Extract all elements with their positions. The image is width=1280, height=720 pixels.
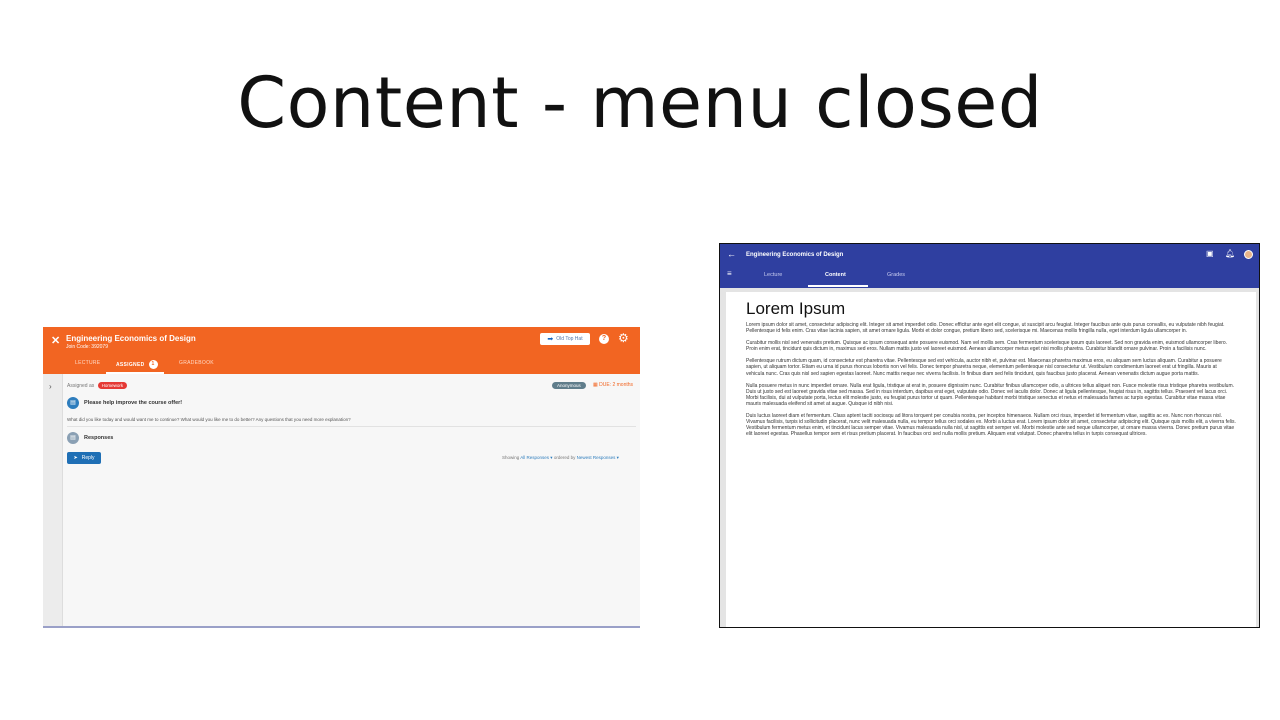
homework-badge: Homework [97,382,128,389]
tab-lecture[interactable]: LECTURE [75,360,100,366]
due-text: DUE: 2 months [599,382,634,388]
arrow-right-icon: ➡ [547,336,554,343]
content-paragraph: Nulla posuere metus in nunc imperdiet or… [746,382,1235,407]
join-code-label: Join Code: [66,344,90,350]
tab-assigned-label: ASSIGNED [116,361,145,368]
divider [67,426,636,427]
content-paragraph: Duis luctus laoreet diam et fermentum. C… [746,413,1236,438]
question-text: What did you like today and would want m… [67,417,351,422]
reply-button[interactable]: ➤ Reply [67,452,101,464]
tab-lecture[interactable]: Lecture [764,272,782,278]
course-tabs: LECTURE ASSIGNED 1 GRADEBOOK [43,357,640,374]
content-paragraph: Pellentesque rutrum dictum quam, id cons… [746,358,1222,377]
tab-grades[interactable]: Grades [887,272,905,278]
chevron-right-icon[interactable]: › [49,382,52,391]
assigned-count-badge: 1 [148,360,158,369]
content-paragraph: Curabitur mollis nisl sed venenatis pret… [746,340,1228,353]
active-tab-indicator [808,285,868,287]
response-filter: Showing All Responses ▾ ordered by Newes… [502,455,619,461]
old-top-hat-button[interactable]: ➡ Old Top Hat [540,333,590,345]
content-heading: Lorem Ipsum [746,299,846,318]
slide-title: Content - menu closed [237,62,1043,144]
content-page: Lorem Ipsum Lorem ipsum dolor sit amet, … [726,292,1256,627]
question-title: Please help improve the course offer! [84,400,183,406]
assigned-view-screenshot: ✕ Engineering Economics of Design Join C… [43,327,640,628]
showing-value: All Responses [520,455,550,460]
responses-icon: ▤ [67,432,79,444]
question-panel: Assigned as Homework Anonymous ▦ DUE: 2 … [63,374,640,626]
reply-label: Reply [81,455,95,461]
feedback-icon[interactable]: ▣ [1206,249,1214,258]
tab-content[interactable]: Content [825,272,846,278]
course-header: ✕ Engineering Economics of Design Join C… [43,327,640,374]
bell-icon[interactable]: 🔔︎ [1225,249,1235,258]
order-select[interactable]: Newest Responses ▾ [577,455,619,460]
help-icon[interactable]: ? [599,334,609,344]
avatar[interactable] [1244,250,1253,259]
app-bar: ← Engineering Economics of Design ▣ 🔔︎ ≡… [720,244,1259,288]
menu-icon[interactable]: ≡ [727,269,732,278]
anonymous-badge: Anonymous [552,382,586,389]
content-paragraph: Lorem ipsum dolor sit amet, consectetur … [746,322,1225,335]
tab-gradebook[interactable]: GRADEBOOK [179,360,214,366]
showing-label: Showing [502,455,520,460]
responses-title: Responses [84,435,114,441]
close-icon[interactable]: ✕ [51,334,60,347]
join-code: Join Code: 392079 [66,344,108,350]
ordered-label: ordered by [553,455,576,460]
collapsed-sidebar: › [43,374,63,626]
ordered-value: Newest Responses [576,455,616,460]
join-code-value: 392079 [91,344,108,350]
due-date: ▦ DUE: 2 months [593,382,633,388]
assigned-as: Assigned as Homework [67,382,128,389]
tab-assigned[interactable]: ASSIGNED 1 [116,360,158,369]
gear-icon[interactable]: ⚙ [618,331,629,345]
send-icon: ➤ [73,455,78,461]
question-icon: ▤ [67,397,79,409]
content-view-screenshot: ← Engineering Economics of Design ▣ 🔔︎ ≡… [719,243,1260,628]
course-title: Engineering Economics of Design [746,252,844,258]
back-arrow-icon[interactable]: ← [727,249,736,259]
showing-select[interactable]: All Responses ▾ [520,455,552,460]
old-top-hat-label: Old Top Hat [556,336,583,342]
assigned-as-label: Assigned as [67,383,95,389]
course-title: Engineering Economics of Design [66,334,196,343]
